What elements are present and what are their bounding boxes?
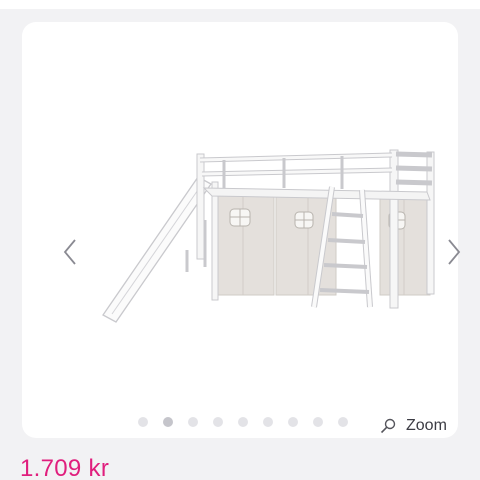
product-image[interactable] xyxy=(52,132,452,352)
magnifier-icon xyxy=(380,418,396,434)
bed-post xyxy=(196,153,205,260)
next-image-button[interactable] xyxy=(442,234,466,270)
bed-post xyxy=(211,181,219,301)
bed-post xyxy=(389,149,399,309)
curtain-right xyxy=(379,194,431,296)
top-strip: · · · · · · · · · · · · · · · · · · · · … xyxy=(0,0,480,9)
carousel-dot[interactable] xyxy=(288,417,298,427)
image-gallery: Zoom xyxy=(22,22,461,440)
carousel-dot[interactable] xyxy=(263,417,273,427)
carousel-dot[interactable] xyxy=(313,417,323,427)
carousel-dot[interactable] xyxy=(213,417,223,427)
carousel-dots xyxy=(138,416,348,428)
carousel-dot[interactable] xyxy=(188,417,198,427)
clipped-text: · · · · · · · · · · · · · · · · · · · · … xyxy=(18,0,293,5)
zoom-label: Zoom xyxy=(406,417,447,434)
bed-post xyxy=(426,151,435,295)
chevron-right-icon xyxy=(448,239,461,265)
zoom-button[interactable]: Zoom xyxy=(380,412,447,440)
product-price: 1.709 kr xyxy=(20,455,110,480)
carousel-dot[interactable] xyxy=(238,417,248,427)
carousel-dot-active[interactable] xyxy=(163,417,173,427)
previous-image-button[interactable] xyxy=(58,234,82,270)
product-page: · · · · · · · · · · · · · · · · · · · · … xyxy=(0,0,480,480)
carousel-dot[interactable] xyxy=(138,417,148,427)
carousel-dot[interactable] xyxy=(338,417,348,427)
chevron-left-icon xyxy=(63,239,76,265)
